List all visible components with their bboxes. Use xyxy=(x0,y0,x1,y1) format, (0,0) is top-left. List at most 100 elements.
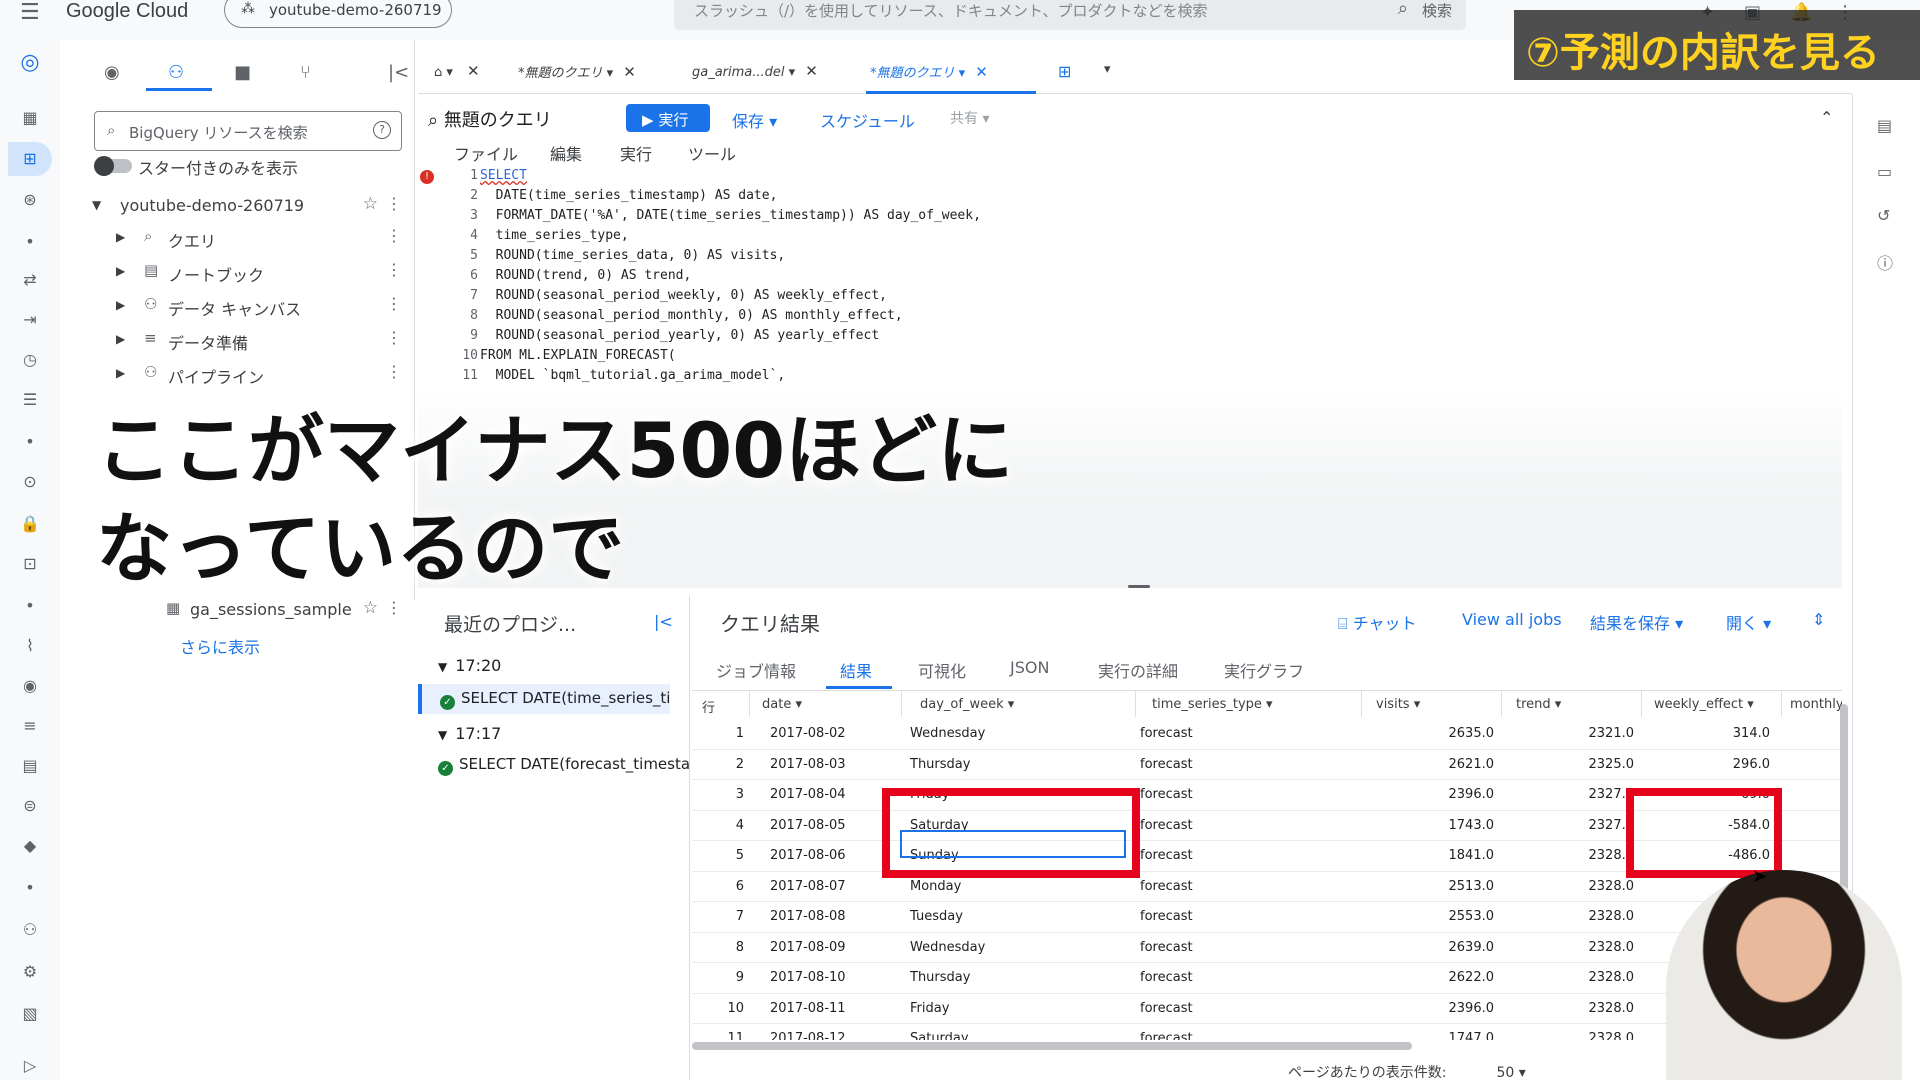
explore-tab-icon[interactable]: ◉ xyxy=(104,62,120,83)
table-cell[interactable]: 2328.0 xyxy=(1502,879,1635,894)
table-cell[interactable]: forecast xyxy=(1140,1001,1360,1016)
expand-arrow-icon[interactable]: ▼ xyxy=(92,198,101,212)
table-cell[interactable]: 2017-08-04 xyxy=(770,787,900,802)
search-nav-icon[interactable]: ⊛ xyxy=(20,190,40,209)
tree-project-row[interactable]: ▼ youtube-demo-260719 ☆ ⋮ xyxy=(82,194,412,222)
table-cell[interactable]: 2017-08-05 xyxy=(770,818,900,833)
resource-search-input[interactable]: ⌕ BigQuery リソースを検索 ? xyxy=(94,111,402,151)
table-cell[interactable]: 2328.0 xyxy=(1502,1001,1635,1016)
collapse-panel-icon[interactable]: |< xyxy=(654,612,673,631)
save-button[interactable]: 保存 ▾ xyxy=(732,108,777,132)
table-cell[interactable]: 2321.0 xyxy=(1502,726,1635,741)
tab-json[interactable]: JSON xyxy=(1010,658,1049,677)
bigquery-logo-icon[interactable]: ◎ xyxy=(20,50,40,75)
tab-visualization[interactable]: 可視化 xyxy=(918,658,966,682)
history-icon[interactable]: ↺ xyxy=(1877,206,1890,225)
expand-arrow-icon[interactable]: ▶ xyxy=(116,264,125,278)
project-picker[interactable]: ⁂ youtube-demo-260719 xyxy=(224,0,452,28)
explore-icon[interactable]: ◉ xyxy=(20,676,40,695)
table-cell[interactable]: forecast xyxy=(1140,787,1360,802)
expand-arrow-icon[interactable]: ▼ xyxy=(438,660,447,674)
table-cell[interactable]: 5 xyxy=(692,848,744,863)
kebab-menu-icon[interactable]: ⋮ xyxy=(386,294,402,313)
close-icon[interactable]: ✕ xyxy=(467,62,480,80)
table-cell[interactable]: forecast xyxy=(1140,970,1360,985)
explorer-tab-icon[interactable]: ⚇ xyxy=(168,62,184,83)
expand-arrow-icon[interactable]: ▶ xyxy=(116,366,125,380)
tree-item-notebooks[interactable]: ▶ ▤ ノートブック ⋮ xyxy=(82,260,412,288)
table-cell[interactable]: 2017-08-06 xyxy=(770,848,900,863)
table-cell[interactable]: 2513.0 xyxy=(1362,879,1495,894)
info-icon[interactable]: ⓘ xyxy=(1877,250,1893,274)
sql-editor[interactable]: 1 SELECT 2 DATE(time_series_timestamp) AS… xyxy=(418,168,1842,396)
table-cell[interactable]: 3 xyxy=(692,787,744,802)
chat-button[interactable]: ⌸ チャット xyxy=(1338,610,1417,634)
dashboard-icon[interactable]: ▦ xyxy=(20,108,40,127)
tab-results[interactable]: 結果 xyxy=(840,658,872,682)
expand-results-icon[interactable]: ⇕ xyxy=(1812,610,1825,629)
share-button[interactable]: 共有 ▾ xyxy=(950,108,989,128)
security-lock-icon[interactable]: 🔒 xyxy=(20,514,40,533)
table-cell[interactable]: 2621.0 xyxy=(1362,757,1495,772)
table-cell[interactable]: 2328.0 xyxy=(1502,970,1635,985)
table-cell[interactable]: forecast xyxy=(1140,848,1360,863)
table-cell[interactable]: 296.0 xyxy=(1642,757,1770,772)
table-cell[interactable]: forecast xyxy=(1140,818,1360,833)
collapse-editor-icon[interactable]: ⌃ xyxy=(1820,108,1833,127)
table-cell[interactable]: forecast xyxy=(1140,757,1360,772)
table-cell[interactable]: Thursday xyxy=(910,970,1130,985)
table-cell[interactable]: forecast xyxy=(1140,726,1360,741)
table-cell[interactable]: Friday xyxy=(910,1001,1130,1016)
starred-only-toggle[interactable]: スター付きのみを表示 xyxy=(94,155,298,179)
branch-tab-icon[interactable]: ⑂ xyxy=(300,62,311,83)
tab-overflow-icon[interactable]: ▾ xyxy=(1104,62,1111,88)
table-cell[interactable]: 2017-08-02 xyxy=(770,726,900,741)
table-cell[interactable]: 314.0 xyxy=(1642,726,1770,741)
table-cell[interactable]: 2553.0 xyxy=(1362,909,1495,924)
table-cell[interactable]: forecast xyxy=(1140,909,1360,924)
recent-time-group[interactable]: ▼ 17:17 xyxy=(438,724,501,743)
kebab-menu-icon[interactable]: ⋮ xyxy=(386,194,402,213)
table-cell[interactable]: 7 xyxy=(692,909,744,924)
collapse-panel-icon[interactable]: |< xyxy=(388,62,409,83)
table-cell[interactable]: 2017-08-07 xyxy=(770,879,900,894)
recent-time-group[interactable]: ▼ 17:20 xyxy=(438,656,501,675)
table-cell[interactable]: 2017-08-09 xyxy=(770,940,900,955)
settings-gear-icon[interactable]: ⚙ xyxy=(20,962,40,981)
panel-resize-handle[interactable] xyxy=(1128,585,1150,588)
recent-job-item[interactable]: ✓ SELECT DATE(forecast_timesta... xyxy=(438,750,690,780)
table-cell[interactable]: 1743.0 xyxy=(1362,818,1495,833)
tree-item-data-canvas[interactable]: ▶ ⚇ データ キャンバス ⋮ xyxy=(82,294,412,322)
table-cell[interactable]: forecast xyxy=(1140,940,1360,955)
release-notes-icon[interactable]: ▧ xyxy=(20,1004,40,1023)
close-icon[interactable]: ✕ xyxy=(623,63,636,81)
kebab-menu-icon[interactable]: ⋮ xyxy=(386,226,402,245)
tree-item-data-prep[interactable]: ▶ ≡ データ準備 ⋮ xyxy=(82,328,412,356)
schedule-button[interactable]: スケジュール xyxy=(820,108,915,132)
menu-tools[interactable]: ツール xyxy=(688,141,736,165)
table-cell[interactable]: 8 xyxy=(692,940,744,955)
chat-icon[interactable]: ⊜ xyxy=(20,796,40,815)
kebab-menu-icon[interactable]: ⋮ xyxy=(386,362,402,381)
horizontal-scrollbar[interactable] xyxy=(692,1042,1412,1050)
column-header[interactable]: trend ▾ xyxy=(1502,691,1642,717)
column-header[interactable]: 行 xyxy=(692,691,750,717)
kebab-menu-icon[interactable]: ⋮ xyxy=(386,328,402,347)
workflows-icon[interactable]: ☰ xyxy=(20,390,40,409)
folder-tab-icon[interactable]: ■ xyxy=(234,62,251,83)
page-size-select[interactable]: 50 ▾ xyxy=(1496,1065,1525,1080)
column-header[interactable]: visits ▾ xyxy=(1362,691,1502,717)
table-cell[interactable]: 1747.0 xyxy=(1362,1031,1495,1040)
star-icon[interactable]: ☆ xyxy=(363,598,378,618)
table-cell[interactable]: 2328.0 xyxy=(1502,940,1635,955)
table-cell[interactable]: 2328.0 xyxy=(1502,1031,1635,1040)
governance-icon[interactable]: ⊙ xyxy=(20,472,40,491)
tab-execution-details[interactable]: 実行の詳細 xyxy=(1098,658,1178,682)
table-cell[interactable]: Monday xyxy=(910,879,1130,894)
home-tab[interactable]: ⌂ ▾ ✕ xyxy=(434,62,480,88)
show-more-link[interactable]: さらに表示 xyxy=(180,634,260,658)
new-tab-icon[interactable]: ⊞ xyxy=(1058,62,1071,88)
tab-untitled-query-2[interactable]: *無題のクエリ ▾ ✕ xyxy=(870,62,988,88)
search-button-label[interactable]: 検索 xyxy=(1422,0,1452,21)
table-cell[interactable]: forecast xyxy=(1140,1031,1360,1040)
